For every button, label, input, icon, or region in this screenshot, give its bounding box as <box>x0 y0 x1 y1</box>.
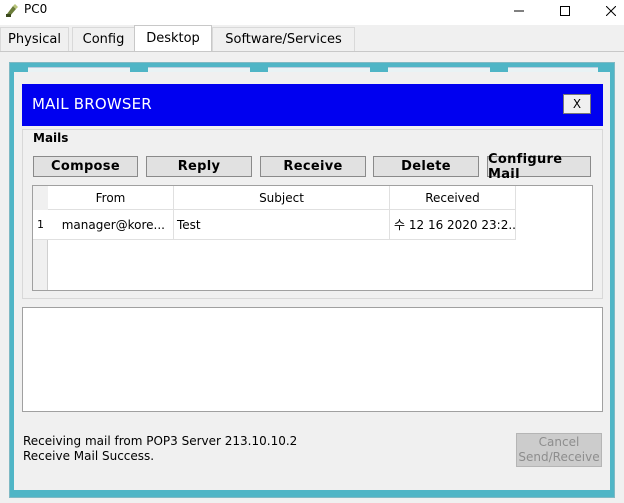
reply-button[interactable]: Reply <box>146 156 252 177</box>
maximize-button[interactable] <box>542 0 588 22</box>
close-window-button[interactable] <box>588 0 624 22</box>
pc-app-icon <box>6 4 18 17</box>
window-title: PC0 <box>24 2 48 16</box>
cell-received[interactable]: 수 12 16 2020 23:2... <box>390 210 516 240</box>
window-titlebar: PC0 <box>0 0 624 22</box>
status-line: Receive Mail Success. <box>23 449 155 463</box>
column-header-received[interactable]: Received <box>390 186 516 210</box>
cancel-button-label: Cancel <box>538 435 580 449</box>
tab-software-services[interactable]: Software/Services <box>212 27 355 51</box>
mail-browser-close-button[interactable]: X <box>563 94 591 114</box>
message-body-area[interactable] <box>22 307 603 412</box>
mail-table[interactable]: From Subject Received 1 manager@kore... … <box>32 185 593 291</box>
tab-physical[interactable]: Physical <box>0 27 69 51</box>
delete-button[interactable]: Delete <box>373 156 479 177</box>
minimize-icon <box>514 10 524 12</box>
receive-button[interactable]: Receive <box>260 156 366 177</box>
status-line: Receiving mail from POP3 Server 213.10.1… <box>23 434 298 448</box>
cancel-button-label: Send/Receive <box>518 450 600 464</box>
configure-mail-button[interactable]: Configure Mail <box>487 152 591 182</box>
column-header-from[interactable]: From <box>48 186 174 210</box>
row-number: 1 <box>33 210 48 240</box>
tab-config[interactable]: Config <box>72 27 135 51</box>
mail-browser-title: MAIL BROWSER <box>32 95 152 113</box>
tab-bar: Physical Config Desktop Software/Service… <box>0 25 624 51</box>
status-text: Receiving mail from POP3 Server 213.10.1… <box>23 434 297 464</box>
column-header-subject[interactable]: Subject <box>174 186 390 210</box>
cancel-send-receive-button[interactable]: Cancel Send/Receive <box>516 433 602 467</box>
mail-browser-header: MAIL BROWSER X <box>22 84 603 126</box>
compose-button[interactable]: Compose <box>33 156 138 177</box>
close-icon <box>606 6 616 16</box>
cell-subject[interactable]: Test <box>174 210 390 240</box>
tab-desktop[interactable]: Desktop <box>134 25 212 51</box>
minimize-button[interactable] <box>496 0 542 22</box>
maximize-icon <box>560 6 570 16</box>
mails-group-label: Mails <box>33 131 69 145</box>
cell-from[interactable]: manager@kore... <box>48 210 174 240</box>
